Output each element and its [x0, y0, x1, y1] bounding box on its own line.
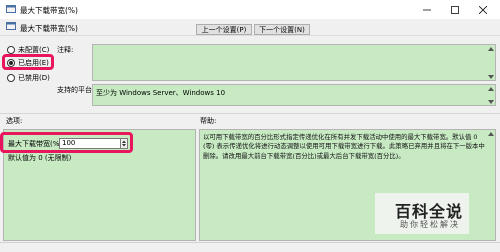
close-icon: [479, 5, 487, 14]
max-download-bandwidth-input[interactable]: 100: [59, 138, 121, 149]
watermark-slogan: 助你轻松解决: [400, 220, 460, 229]
comment-textarea[interactable]: [92, 44, 496, 81]
spin-up-icon: [122, 140, 126, 143]
options-heading: 选项:: [6, 117, 23, 125]
help-heading: 帮助:: [200, 117, 217, 125]
radio-enabled[interactable]: 已启用(E): [7, 58, 49, 68]
radio-selected-dot: [9, 61, 13, 65]
maximize-icon: [451, 5, 459, 14]
radio-circle[interactable]: [7, 59, 15, 67]
next-setting-button[interactable]: 下一个设置(N): [254, 24, 310, 35]
spin-down-icon: [122, 144, 126, 147]
supported-platforms-value: 至少为 Windows Server、Windows 10: [96, 89, 226, 97]
previous-setting-button[interactable]: 上一个设置(P): [196, 24, 252, 35]
bottom-button-bar: [0, 242, 500, 252]
bandwidth-spinner[interactable]: [121, 138, 128, 149]
window-title: 最大下载带宽(%): [20, 6, 78, 15]
minimize-button[interactable]: [416, 0, 438, 19]
help-text: 以可用下载带宽的百分比形式指定传递优化在所有并发下载活动中使用的最大下载带宽。默…: [203, 133, 485, 160]
default-value-note: 默认值为 0 (无限制): [8, 154, 72, 162]
scroll-down-icon[interactable]: [487, 73, 494, 80]
radio-label: 已启用(E): [18, 59, 49, 67]
scroll-down-icon[interactable]: [487, 98, 494, 105]
close-button[interactable]: [472, 0, 494, 19]
setting-title: 最大下载带宽(%): [20, 24, 78, 33]
radio-circle[interactable]: [7, 74, 15, 82]
maximize-button[interactable]: [444, 0, 466, 19]
comment-label: 注释:: [57, 46, 74, 54]
radio-circle[interactable]: [7, 46, 15, 54]
supported-platforms-label: 支持的平台:: [57, 86, 95, 94]
scroll-up-icon[interactable]: [487, 130, 494, 137]
scroll-up-icon[interactable]: [487, 85, 494, 92]
section-divider: [0, 113, 500, 114]
max-download-bandwidth-label: 最大下载带宽(%):: [8, 140, 65, 148]
radio-label: 已禁用(D): [18, 74, 50, 82]
minimize-icon: [423, 9, 431, 10]
scroll-up-icon[interactable]: [487, 45, 494, 52]
policy-app-icon: [6, 5, 16, 13]
policy-setting-icon: [6, 22, 16, 30]
radio-disabled[interactable]: 已禁用(D): [7, 73, 50, 83]
